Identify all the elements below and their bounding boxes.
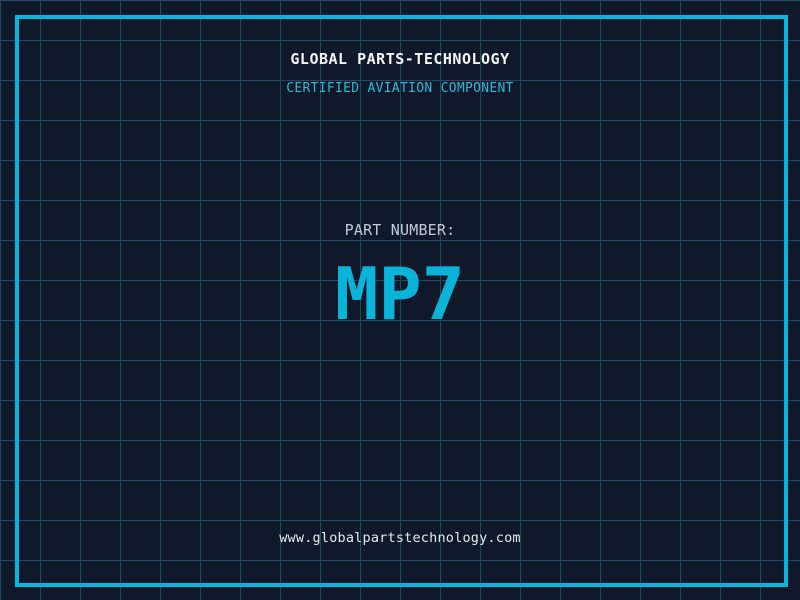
part-number-label: PART NUMBER: <box>0 221 800 239</box>
blueprint-certificate-page: { "header": { "title": "GLOBAL PARTS-TEC… <box>0 0 800 600</box>
website-url: www.globalpartstechnology.com <box>0 530 800 546</box>
company-title: GLOBAL PARTS-TECHNOLOGY <box>0 50 800 68</box>
part-number-value: MP7 <box>0 258 800 330</box>
certification-subtitle: CERTIFIED AVIATION COMPONENT <box>0 81 800 96</box>
